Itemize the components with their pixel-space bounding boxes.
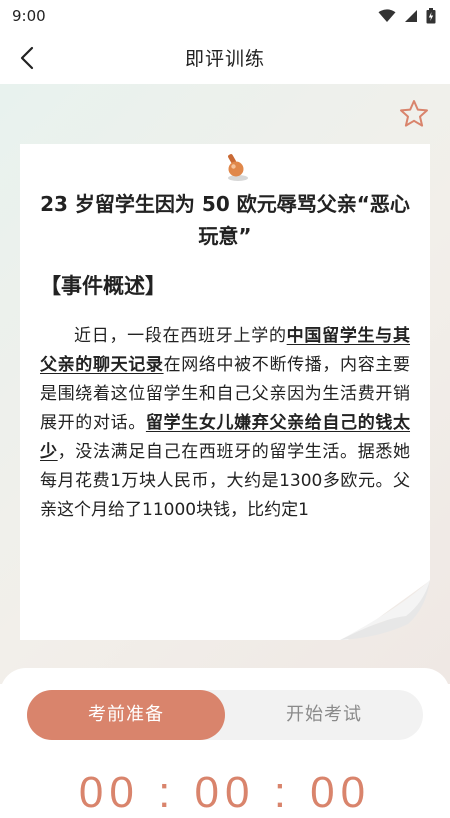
countdown-timer: 00 : 00 : 00 <box>78 768 372 817</box>
page-curl <box>340 580 430 640</box>
pushpin-icon <box>228 154 248 181</box>
tab-prepare[interactable]: 考前准备 <box>27 690 225 740</box>
section-title: 【事件概述】 <box>40 274 166 298</box>
wifi-icon <box>378 9 396 22</box>
article-card: 23 岁留学生因为 50 欧元辱骂父亲“恶心玩意” 【事件概述】 近日，一段在西… <box>20 144 430 640</box>
status-icons <box>378 8 436 24</box>
favorite-button[interactable] <box>398 98 430 130</box>
article-title: 23 岁留学生因为 50 欧元辱骂父亲“恶心玩意” <box>40 192 410 248</box>
bottom-panel: 考前准备 开始考试 00 : 00 : 00 <box>0 668 450 817</box>
article-body: 近日，一段在西班牙上学的中国留学生与其父亲的聊天记录在网络中被不断传播，内容主要… <box>40 322 410 525</box>
body-text: 近日，一段在西班牙上学的 <box>74 326 287 346</box>
header: 即评训练 <box>0 32 450 84</box>
status-time: 9:00 <box>12 7 46 25</box>
battery-icon <box>426 8 436 24</box>
main-area: 23 岁留学生因为 50 欧元辱骂父亲“恶心玩意” 【事件概述】 近日，一段在西… <box>0 84 450 684</box>
signal-icon <box>405 10 417 22</box>
body-text: ，没法满足自己在西班牙的留学生活。据悉她每月花费1万块人民币，大约是1300多欧… <box>40 442 411 520</box>
tab-start-exam[interactable]: 开始考试 <box>225 690 423 740</box>
mode-tab-bar: 考前准备 开始考试 <box>27 690 423 740</box>
status-bar: 9:00 <box>0 0 450 32</box>
star-icon <box>400 100 428 127</box>
page-title: 即评训练 <box>184 48 265 70</box>
